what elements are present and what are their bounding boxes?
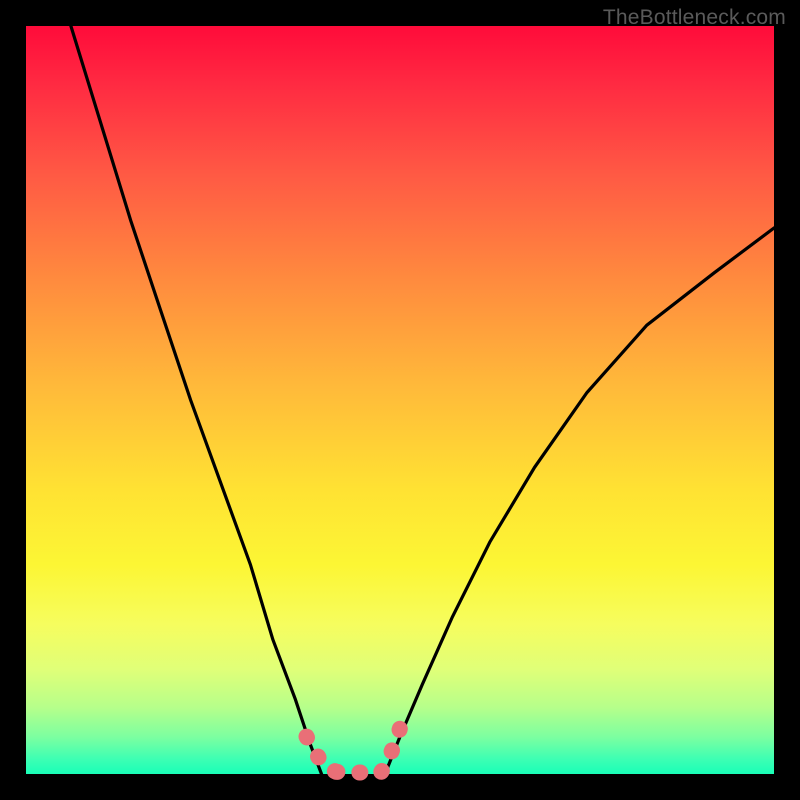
right-curve — [385, 228, 774, 774]
left-curve — [71, 26, 322, 774]
bottom-segment-right — [381, 722, 402, 772]
chart-svg — [26, 26, 774, 774]
